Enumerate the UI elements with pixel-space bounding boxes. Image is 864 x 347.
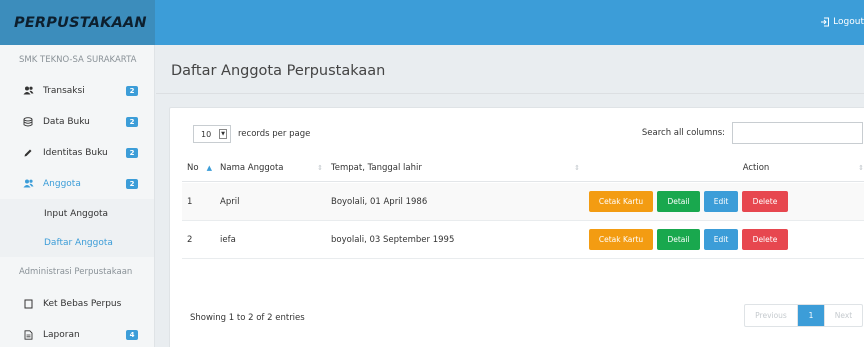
length-control: 10 ▼ records per page: [193, 125, 310, 143]
count-badge: 2: [126, 178, 138, 189]
sidebar-item-ket-bebas-perpus[interactable]: Ket Bebas Perpus: [0, 288, 154, 319]
square-icon: [22, 299, 34, 309]
brand-logo[interactable]: PERPUSTAKAAN: [0, 0, 155, 45]
sidebar-item-anggota[interactable]: Anggota 2: [0, 168, 154, 199]
edit-button[interactable]: Edit: [704, 191, 738, 212]
column-header-no[interactable]: No ▲: [182, 154, 216, 182]
sidebar-item-data-buku[interactable]: Data Buku 2: [0, 106, 154, 137]
records-per-page-select[interactable]: 10 ▼: [193, 125, 231, 143]
records-per-page-label: records per page: [238, 129, 311, 139]
cetak-kartu-button[interactable]: Cetak Kartu: [589, 229, 653, 250]
brand-title: PERPUSTAKAAN: [14, 14, 147, 31]
count-badge: 2: [126, 116, 138, 127]
sidebar-school-label: SMK TEKNO-SA SURAKARTA: [19, 55, 137, 65]
count-badge: 2: [126, 85, 138, 96]
previous-page-button[interactable]: Previous: [745, 305, 798, 326]
delete-button[interactable]: Delete: [742, 229, 788, 250]
cell-no: 2: [187, 234, 193, 245]
sort-icon: ⇕: [317, 163, 323, 172]
column-label: Nama Anggota: [220, 162, 284, 173]
search-label: Search all columns:: [641, 128, 725, 138]
count-badge: 2: [126, 147, 138, 158]
sidebar-section-label: Administrasi Perpustakaan: [19, 267, 133, 277]
sidebar-item-label: Transaksi: [43, 85, 85, 96]
delete-button[interactable]: Delete: [742, 191, 788, 212]
users-icon: [22, 86, 34, 95]
cell-no: 1: [187, 196, 193, 207]
column-label: No: [187, 162, 199, 173]
sort-asc-icon: ▲: [206, 163, 212, 172]
table-header: No ▲ Nama Anggota ⇕ Tempat, Tanggal lahi…: [182, 154, 864, 182]
main-content: Daftar Anggota Perpustakaan 10 ▼ records…: [156, 45, 864, 347]
document-icon: [22, 329, 34, 340]
top-navbar: PERPUSTAKAAN Logout: [0, 0, 864, 45]
sidebar-subitem-input-anggota[interactable]: Input Anggota: [0, 199, 154, 228]
cell-action: Cetak Kartu Detail Edit Delete: [584, 183, 864, 221]
chevron-down-icon: ▼: [219, 129, 227, 139]
cetak-kartu-button[interactable]: Cetak Kartu: [589, 191, 653, 212]
sidebar: SMK TEKNO-SA SURAKARTA Transaksi 2 Data …: [0, 45, 155, 347]
logout-icon: [821, 17, 830, 27]
sort-icon: ⇕: [858, 163, 864, 172]
sidebar-item-transaksi[interactable]: Transaksi 2: [0, 75, 154, 106]
sort-icon: ⇕: [574, 163, 580, 172]
column-header-nama[interactable]: Nama Anggota ⇕: [216, 154, 327, 182]
column-header-action[interactable]: Action ⇕: [584, 154, 864, 182]
logout-button[interactable]: Logout: [820, 17, 864, 27]
table-info: Showing 1 to 2 of 2 entries: [190, 313, 305, 323]
page-title: Daftar Anggota Perpustakaan: [171, 63, 386, 79]
table-row: 2 iefa boyolali, 03 September 1995 Cetak…: [182, 221, 864, 259]
cell-ttl: boyolali, 03 September 1995: [331, 234, 455, 245]
cell-action: Cetak Kartu Detail Edit Delete: [584, 221, 864, 259]
table-row: 1 April Boyolali, 01 April 1986 Cetak Ka…: [182, 183, 864, 221]
logout-label: Logout: [833, 17, 864, 27]
sidebar-item-label: Data Buku: [43, 116, 90, 127]
search-control: Search all columns:: [642, 122, 863, 144]
sidebar-item-label: Anggota: [43, 178, 81, 189]
cell-nama: April: [220, 196, 240, 207]
members-table-panel: 10 ▼ records per page Search all columns…: [169, 107, 864, 347]
pagination: Previous 1 Next: [744, 304, 863, 327]
cell-ttl: Boyolali, 01 April 1986: [331, 196, 428, 207]
sidebar-item-identitas-buku[interactable]: Identitas Buku 2: [0, 137, 154, 168]
next-page-button[interactable]: Next: [824, 305, 862, 326]
cell-nama: iefa: [220, 234, 236, 245]
page-1-button[interactable]: 1: [798, 305, 824, 326]
sidebar-item-label: Laporan: [43, 329, 80, 340]
top-nav: Logout: [155, 0, 864, 45]
sidebar-subitem-daftar-anggota[interactable]: Daftar Anggota: [0, 228, 154, 257]
users-icon: [22, 179, 34, 188]
sidebar-item-laporan[interactable]: Laporan 4: [0, 319, 154, 347]
column-label: Action: [742, 162, 770, 173]
search-input[interactable]: [732, 122, 863, 144]
records-per-page-value: 10: [201, 129, 212, 139]
detail-button[interactable]: Detail: [657, 191, 700, 212]
column-header-ttl[interactable]: Tempat, Tanggal lahir ⇕: [327, 154, 584, 182]
edit-button[interactable]: Edit: [704, 229, 738, 250]
count-badge: 4: [126, 329, 138, 340]
column-label: Tempat, Tanggal lahir: [331, 162, 422, 173]
pencil-icon: [22, 148, 34, 158]
sidebar-item-label: Ket Bebas Perpus: [43, 298, 122, 309]
divider: [156, 93, 864, 94]
sidebar-item-label: Identitas Buku: [43, 147, 108, 158]
database-icon: [22, 116, 34, 127]
detail-button[interactable]: Detail: [657, 229, 700, 250]
